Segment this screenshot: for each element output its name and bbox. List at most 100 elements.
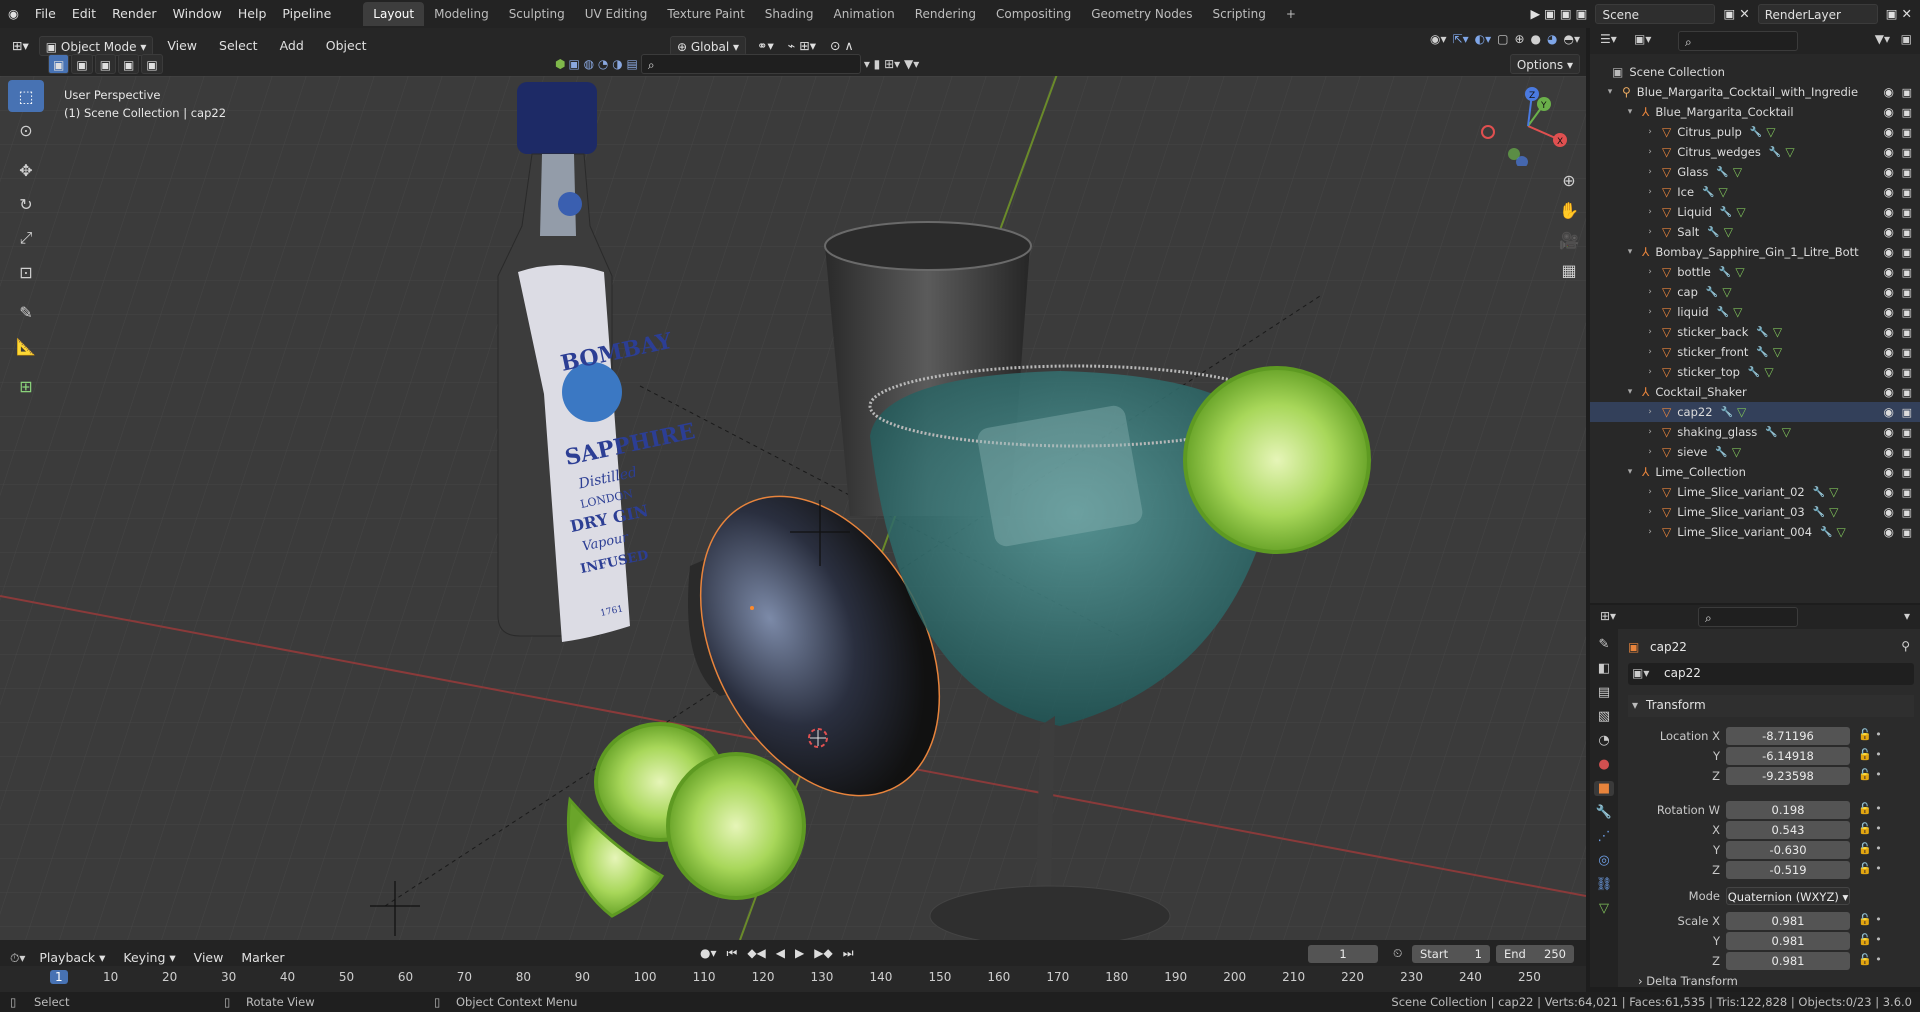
scale-y-field[interactable]: 0.981 bbox=[1726, 932, 1850, 950]
visibility-eye-icon[interactable]: ◉ bbox=[1884, 345, 1894, 359]
render-camera-icon[interactable]: ▣ bbox=[1902, 366, 1912, 379]
pin-icon[interactable]: ⚲ bbox=[1901, 639, 1910, 653]
menu-render[interactable]: Render bbox=[104, 0, 165, 28]
outliner-row-sticker-back[interactable]: › ▽ sticker_back 🔧 ▽ ◉ ▣ bbox=[1590, 322, 1920, 342]
lock-icon[interactable]: 🔓 • bbox=[1858, 842, 1882, 855]
delta-transform-header[interactable]: › Delta Transform bbox=[1638, 974, 1738, 988]
tab-modeling[interactable]: Modeling bbox=[424, 2, 499, 26]
select-intersect-icon[interactable]: ▣ bbox=[141, 54, 163, 74]
new-collection-icon[interactable]: ▣ bbox=[1901, 32, 1912, 46]
add-cube-tool-icon[interactable]: ⊞ bbox=[8, 370, 44, 402]
scene-actions-icon[interactable]: ▣ ✕ bbox=[1715, 0, 1757, 28]
menu-add[interactable]: Add bbox=[272, 32, 312, 60]
rotation-w-field[interactable]: 0.198 bbox=[1726, 801, 1850, 819]
outliner-row-shaking-glass[interactable]: › ▽ shaking_glass 🔧 ▽ ◉ ▣ bbox=[1590, 422, 1920, 442]
rotation-y-field[interactable]: -0.630 bbox=[1726, 841, 1850, 859]
lock-icon[interactable]: 🔓 • bbox=[1858, 802, 1882, 815]
visibility-eye-icon[interactable]: ◉ bbox=[1884, 365, 1894, 379]
constraints-props-icon[interactable]: ⛓ bbox=[1596, 877, 1613, 892]
expand-right-icon[interactable]: › bbox=[1644, 167, 1656, 177]
expand-right-icon[interactable]: › bbox=[1644, 267, 1656, 277]
physics-props-icon[interactable]: ◎ bbox=[1598, 853, 1609, 868]
current-frame-field[interactable]: 1 bbox=[1308, 945, 1378, 963]
expand-right-icon[interactable]: › bbox=[1644, 207, 1656, 217]
annotate-tool-icon[interactable]: ✎ bbox=[8, 296, 44, 328]
mesh-data-icon[interactable]: ▽ bbox=[1722, 285, 1731, 299]
scene-selector[interactable]: Scene bbox=[1595, 4, 1716, 24]
expand-down-icon[interactable]: ▾ bbox=[1604, 87, 1616, 97]
render-camera-icon[interactable]: ▣ bbox=[1902, 346, 1912, 359]
modifier-wrench-icon[interactable]: 🔧 bbox=[1756, 327, 1768, 338]
visibility-eye-icon[interactable]: ◉ bbox=[1884, 465, 1894, 479]
mesh-data-icon[interactable]: ▽ bbox=[1764, 365, 1773, 379]
visibility-eye-icon[interactable]: ◉ bbox=[1884, 425, 1894, 439]
move-tool-icon[interactable]: ✥ bbox=[8, 154, 44, 186]
scale-z-field[interactable]: 0.981 bbox=[1726, 952, 1850, 970]
tab-shading[interactable]: Shading bbox=[755, 2, 824, 26]
tab-texture-paint[interactable]: Texture Paint bbox=[657, 2, 754, 26]
render-camera-icon[interactable]: ▣ bbox=[1902, 486, 1912, 499]
modifier-wrench-icon[interactable]: 🔧 bbox=[1707, 227, 1719, 238]
zoom-icon[interactable]: ⊕ bbox=[1556, 168, 1582, 192]
outliner-row-sticker-front[interactable]: › ▽ sticker_front 🔧 ▽ ◉ ▣ bbox=[1590, 342, 1920, 362]
timeline-editor-icon[interactable]: ⏱▾ bbox=[10, 951, 25, 966]
menu-view[interactable]: View bbox=[159, 32, 205, 60]
outliner-row-lime-slice-variant-03[interactable]: › ▽ Lime_Slice_variant_03 🔧 ▽ ◉ ▣ bbox=[1590, 502, 1920, 522]
expand-right-icon[interactable]: › bbox=[1644, 327, 1656, 337]
render-props-icon[interactable]: ◧ bbox=[1598, 661, 1610, 676]
render-camera-icon[interactable]: ▣ bbox=[1902, 326, 1912, 339]
options-dropdown[interactable]: Options ▾ bbox=[1509, 54, 1580, 74]
modifier-wrench-icon[interactable]: 🔧 bbox=[1820, 527, 1832, 538]
jump-end-icon[interactable]: ⏭ bbox=[843, 946, 854, 961]
mesh-data-icon[interactable]: ▽ bbox=[1718, 185, 1727, 199]
outliner-row-liquid[interactable]: › ▽ Liquid 🔧 ▽ ◉ ▣ bbox=[1590, 202, 1920, 222]
select-invert-icon[interactable]: ▣ bbox=[118, 54, 140, 74]
properties-search-input[interactable]: ⌕ bbox=[1698, 607, 1798, 627]
cursor-tool-icon[interactable]: ⊙ bbox=[8, 114, 44, 146]
expand-right-icon[interactable]: › bbox=[1644, 507, 1656, 517]
visibility-eye-icon[interactable]: ◉ bbox=[1884, 305, 1894, 319]
outliner-row-cap22[interactable]: › ▽ cap22 🔧 ▽ ◉ ▣ bbox=[1590, 402, 1920, 422]
location-x-field[interactable]: -8.71196 bbox=[1726, 727, 1850, 745]
expand-right-icon[interactable]: › bbox=[1644, 427, 1656, 437]
visibility-eye-icon[interactable]: ◉ bbox=[1884, 525, 1894, 539]
outliner-filter-icon[interactable]: ▼▾ bbox=[1875, 32, 1890, 46]
tab-scripting[interactable]: Scripting bbox=[1202, 2, 1275, 26]
measure-tool-icon[interactable]: 📐 bbox=[8, 330, 44, 362]
view-layer-props-icon[interactable]: ▧ bbox=[1598, 709, 1610, 724]
outliner-row-cap[interactable]: › ▽ cap 🔧 ▽ ◉ ▣ bbox=[1590, 282, 1920, 302]
modifier-wrench-icon[interactable]: 🔧 bbox=[1716, 167, 1728, 178]
prev-keyframe-icon[interactable]: ◆◀ bbox=[747, 946, 765, 961]
visibility-eye-icon[interactable]: ◉ bbox=[1884, 385, 1894, 399]
rotate-tool-icon[interactable]: ↻ bbox=[8, 188, 44, 220]
outliner-row-salt[interactable]: › ▽ Salt 🔧 ▽ ◉ ▣ bbox=[1590, 222, 1920, 242]
modifier-wrench-icon[interactable]: 🔧 bbox=[1721, 407, 1733, 418]
asset-color-icon[interactable]: ⬢ bbox=[555, 57, 565, 71]
lock-icon[interactable]: 🔓 • bbox=[1858, 913, 1882, 926]
data-props-icon[interactable]: ▽ bbox=[1599, 901, 1609, 916]
output-props-icon[interactable]: ▤ bbox=[1598, 685, 1610, 700]
outliner-row-citrus-pulp[interactable]: › ▽ Citrus_pulp 🔧 ▽ ◉ ▣ bbox=[1590, 122, 1920, 142]
tab-uv-editing[interactable]: UV Editing bbox=[575, 2, 658, 26]
end-frame-field[interactable]: End 250 bbox=[1496, 945, 1574, 963]
jump-start-icon[interactable]: ⏮ bbox=[727, 946, 738, 961]
3d-cursor[interactable] bbox=[808, 728, 828, 748]
outliner-row-lime-collection[interactable]: ▾ ⅄ Lime_Collection ◉ ▣ bbox=[1590, 462, 1920, 482]
outliner-display-mode-icon[interactable]: ▣▾ bbox=[1634, 32, 1651, 46]
mesh-data-icon[interactable]: ▽ bbox=[1829, 485, 1838, 499]
render-camera-icon[interactable]: ▣ bbox=[1902, 86, 1912, 99]
modifier-wrench-icon[interactable]: 🔧 bbox=[1756, 347, 1768, 358]
transform-section-header[interactable]: ▾ Transform bbox=[1628, 695, 1914, 717]
lock-icon[interactable]: 🔓 • bbox=[1858, 933, 1882, 946]
lock-icon[interactable]: 🔓 • bbox=[1858, 953, 1882, 966]
add-workspace-icon[interactable]: + bbox=[1276, 2, 1306, 26]
outliner-row-sticker-top[interactable]: › ▽ sticker_top 🔧 ▽ ◉ ▣ bbox=[1590, 362, 1920, 382]
shading-rendered-icon[interactable]: ◓▾ bbox=[1564, 32, 1581, 46]
mesh-data-icon[interactable]: ▽ bbox=[1836, 525, 1845, 539]
visibility-eye-icon[interactable]: ◉ bbox=[1884, 225, 1894, 239]
outliner-row-sieve[interactable]: › ▽ sieve 🔧 ▽ ◉ ▣ bbox=[1590, 442, 1920, 462]
modifier-wrench-icon[interactable]: 🔧 bbox=[1706, 287, 1718, 298]
visibility-icon[interactable]: ◉▾ bbox=[1430, 32, 1447, 46]
select-subtract-icon[interactable]: ▣ bbox=[94, 54, 117, 74]
modifier-wrench-icon[interactable]: 🔧 bbox=[1813, 507, 1825, 518]
